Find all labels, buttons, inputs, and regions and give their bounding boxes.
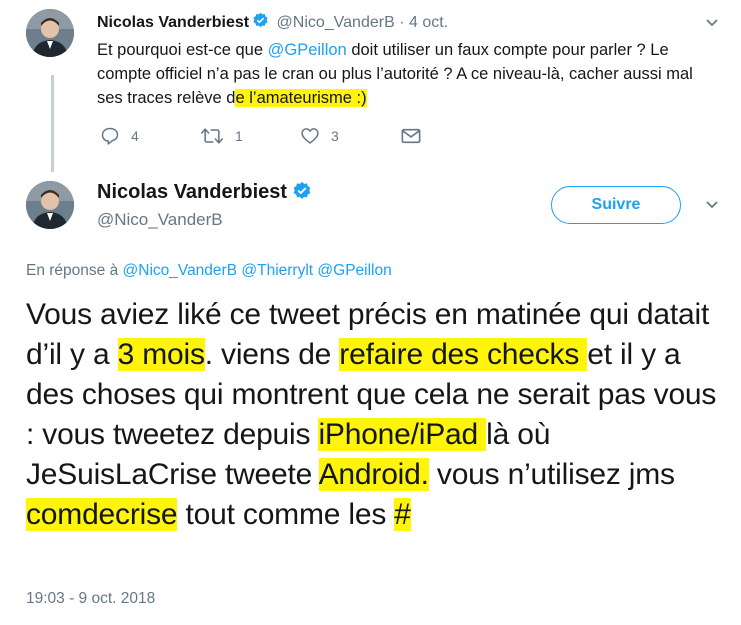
- reply-count: 4: [131, 128, 139, 144]
- avatar[interactable]: [26, 9, 74, 57]
- reply-button[interactable]: 4: [100, 126, 139, 146]
- retweet-count: 1: [235, 128, 243, 144]
- highlight: 3 mois: [117, 338, 205, 371]
- chevron-down-icon[interactable]: [704, 196, 720, 217]
- tweet-timestamp[interactable]: 19:03 - 9 oct. 2018: [26, 590, 155, 608]
- mention-link[interactable]: @GPeillon: [268, 41, 347, 59]
- follow-button[interactable]: Suivre: [551, 186, 681, 224]
- verified-badge-icon: [252, 12, 269, 34]
- mention-link[interactable]: @Thierrylt: [241, 262, 313, 279]
- tweet-text: Vous aviez liké ce tweet précis en matin…: [26, 298, 717, 531]
- highlight: e l’amateurisme :): [235, 89, 367, 107]
- mention-link[interactable]: @GPeillon: [317, 262, 391, 279]
- highlight: comdecrise: [26, 498, 178, 531]
- chevron-down-icon[interactable]: [704, 14, 720, 35]
- highlight: #: [394, 498, 411, 531]
- author-name[interactable]: Nicolas Vanderbiest: [97, 181, 287, 203]
- separator: ·: [399, 14, 405, 31]
- like-count: 3: [331, 128, 339, 144]
- verified-badge-icon: [292, 181, 312, 207]
- retweet-icon: [200, 128, 224, 144]
- author-handle[interactable]: @Nico_VanderB: [97, 210, 223, 230]
- highlight: Android.: [318, 458, 429, 491]
- author-name[interactable]: Nicolas Vanderbiest: [97, 14, 249, 31]
- reply-header: Nicolas Vanderbiest @Nico_VanderB · 4 oc…: [97, 12, 448, 34]
- direct-message-button[interactable]: [400, 126, 422, 146]
- highlight: iPhone/iPad: [318, 418, 487, 451]
- highlight: refaire des checks: [339, 338, 588, 371]
- heart-icon: [301, 128, 319, 144]
- author-handle[interactable]: @Nico_VanderB: [277, 14, 395, 31]
- like-button[interactable]: 3: [300, 126, 339, 146]
- author-name-row: Nicolas Vanderbiest: [97, 181, 315, 207]
- retweet-button[interactable]: 1: [200, 126, 243, 146]
- avatar[interactable]: [26, 181, 74, 229]
- in-reply-to: En réponse à @Nico_VanderB @Thierrylt @G…: [26, 262, 392, 279]
- reply-icon: [101, 127, 119, 145]
- tweet-date[interactable]: 4 oct.: [409, 14, 448, 31]
- mention-link[interactable]: @Nico_VanderB: [123, 262, 238, 279]
- thread-line: [51, 75, 54, 172]
- envelope-icon: [401, 128, 421, 144]
- reply-text: Et pourquoi est-ce que @GPeillon doit ut…: [97, 41, 693, 107]
